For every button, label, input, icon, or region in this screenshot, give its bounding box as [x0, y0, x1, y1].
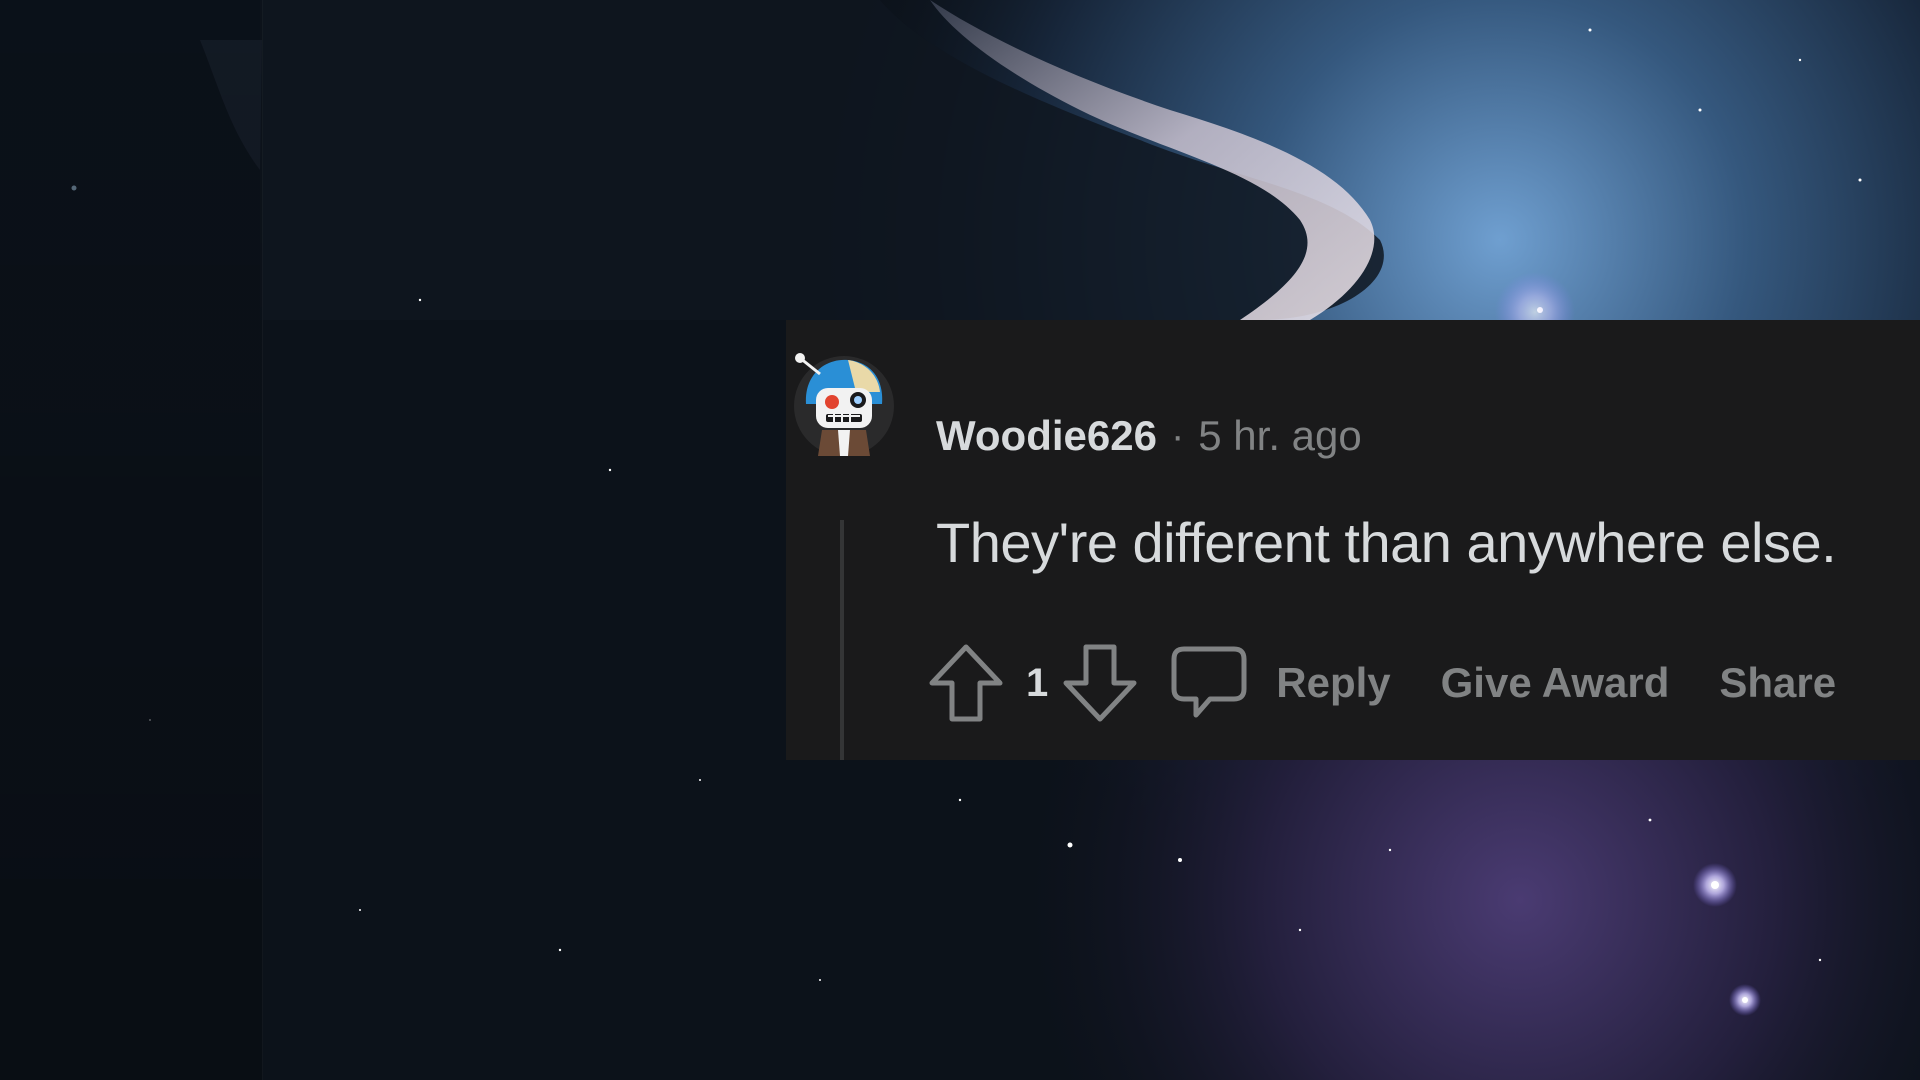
upvote-arrow-icon	[929, 644, 1003, 722]
vote-score: 1	[1026, 660, 1049, 705]
give-award-button[interactable]: Give Award	[1441, 659, 1670, 707]
speech-bubble-icon	[1171, 646, 1247, 718]
meta-separator: ·	[1170, 413, 1185, 458]
thread-line[interactable]	[840, 520, 844, 760]
downvote-button[interactable]	[1060, 641, 1140, 725]
share-button[interactable]: Share	[1719, 659, 1836, 707]
downvote-arrow-icon	[1063, 644, 1137, 722]
reply-button[interactable]: Reply	[1170, 645, 1391, 721]
left-panel-overlay	[0, 0, 263, 1080]
avatar[interactable]	[786, 344, 902, 460]
upvote-button[interactable]	[926, 641, 1006, 725]
comment-card: Woodie626 · 5 hr. ago They're different …	[786, 320, 1920, 760]
username-link[interactable]: Woodie626	[936, 412, 1157, 460]
timestamp[interactable]: 5 hr. ago	[1198, 412, 1361, 460]
comment-action-bar: 1 Reply Give Award Share	[926, 638, 1836, 728]
comment-meta: Woodie626 · 5 hr. ago	[936, 408, 1362, 464]
comment-body: They're different than anywhere else.	[936, 511, 1837, 574]
reply-label: Reply	[1276, 659, 1391, 706]
